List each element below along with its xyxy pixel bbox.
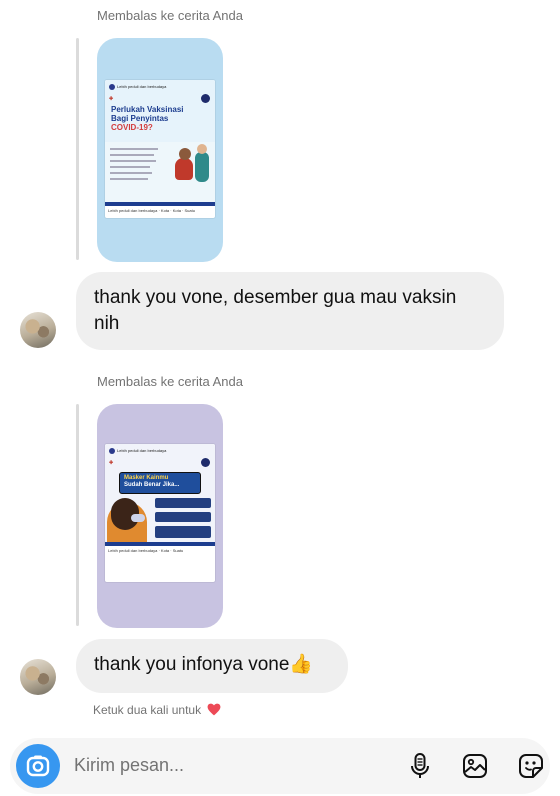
reply-context-label: Membalas ke cerita Anda (97, 8, 243, 23)
thumbs-up-emoji-icon: 👍 (289, 654, 314, 675)
story-headline-2: Sudah Benar Jika... (124, 482, 180, 488)
story-headline-1: Perlukah Vaksinasi (111, 105, 184, 114)
story-org-label: Lebih peduli dan berbudaya (117, 84, 167, 89)
microphone-icon[interactable] (405, 751, 435, 781)
avatar[interactable] (20, 659, 56, 695)
story-preview[interactable]: Lebih peduli dan berbudaya ✚ Masker Kain… (97, 404, 223, 628)
story-org-label: Lebih peduli dan berbudaya (117, 448, 167, 453)
reply-bar (76, 38, 79, 260)
story-preview[interactable]: Lebih peduli dan berbudaya ✚ Perlukah Va… (97, 38, 223, 262)
heart-icon (208, 703, 221, 716)
story-poster: Lebih peduli dan berbudaya ✚ Perlukah Va… (105, 80, 215, 218)
avatar[interactable] (20, 312, 56, 348)
message-text: thank you infonya vone (94, 654, 290, 675)
message-bubble[interactable]: thank you infonya vone👍 (76, 639, 348, 693)
reply-bar (76, 404, 79, 626)
story-headline-2: Bagi Penyintas (111, 114, 169, 123)
story-poster: Lebih peduli dan berbudaya ✚ Masker Kain… (105, 444, 215, 582)
message-input[interactable]: Kirim pesan... (74, 755, 184, 776)
gallery-icon[interactable] (460, 751, 490, 781)
message-bubble[interactable]: thank you vone, desember gua mau vaksin … (76, 272, 504, 350)
double-tap-hint: Ketuk dua kali untuk (93, 703, 221, 717)
camera-icon (26, 755, 50, 777)
story-headline-3: COVID-19? (111, 123, 153, 132)
double-tap-hint-text: Ketuk dua kali untuk (93, 703, 202, 717)
story-headline-1: Masker Kainmu (124, 475, 169, 481)
message-composer: Kirim pesan... (10, 738, 550, 794)
camera-button[interactable] (16, 744, 60, 788)
reply-context-label: Membalas ke cerita Anda (97, 374, 243, 389)
story-footer: Lebih peduli dan berbudaya · Kota · Suat… (108, 548, 184, 553)
sticker-icon[interactable] (516, 751, 546, 781)
story-footer: Lebih peduli dan berbudaya · Kota · Kota… (108, 208, 195, 213)
